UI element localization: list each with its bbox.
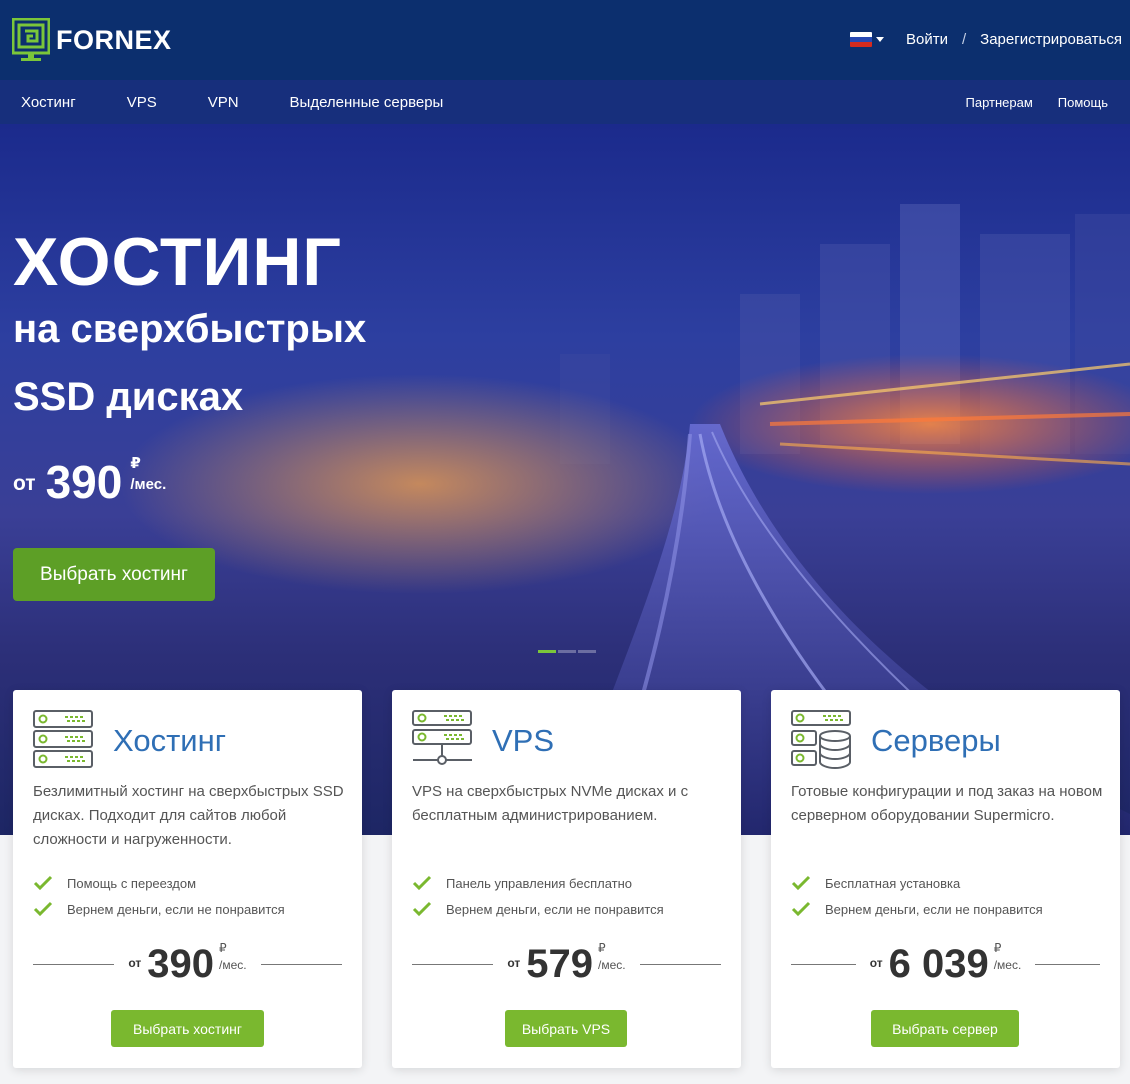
logo-icon [12,18,50,61]
currency: ₽ [598,941,606,955]
logo[interactable]: FORNEX [12,18,172,62]
price-value: 6 039 [888,942,989,986]
main-nav: Хостинг VPS VPN Выделенные серверы Партн… [0,80,1130,124]
divider [412,963,494,965]
top-header: FORNEX Войти / Зарегистрироваться [0,0,1130,80]
nav-item-help[interactable]: Помощь [1058,95,1108,110]
slider-dot[interactable] [538,650,556,653]
feature-item: Помощь с переездом [33,870,285,896]
choose-hosting-button[interactable]: Выбрать хостинг [111,1010,264,1047]
feature-item: Бесплатная установка [791,870,1043,896]
check-icon [791,875,811,891]
card-title: VPS [492,723,555,758]
dedicated-server-icon [791,710,851,770]
slider-pagination [538,650,598,653]
card-description: Готовые конфигурации и под заказ на ново… [791,783,1103,824]
logo-text: FORNEX [56,24,172,55]
nav-primary: Хостинг VPS VPN Выделенные серверы [21,80,494,124]
card-price: от 6 039 ₽ /мес. [791,941,1100,987]
price-box: от 6 039 ₽ /мес. [856,941,1036,987]
card-description: VPS на сверхбыстрых NVMe дисках и с бесп… [412,783,689,824]
nav-item-dedicated[interactable]: Выделенные серверы [290,94,444,111]
card-features: Помощь с переездом Вернем деньги, если н… [33,870,285,922]
slider-dot[interactable] [578,650,596,653]
price-box: от 579 ₽ /мес. [493,941,639,987]
hero-subtitle-line2: SSD дисках [13,375,244,419]
feature-text: Помощь с переездом [67,875,197,891]
nav-item-hosting[interactable]: Хостинг [21,94,76,111]
period: /мес. [993,958,1022,972]
nav-secondary: Партнерам Помощь [941,80,1109,124]
hero-price-unit: ₽ /мес. [130,454,166,493]
price-prefix: от [869,956,883,970]
account-links: Войти / Зарегистрироваться [850,31,1122,48]
choose-server-button[interactable]: Выбрать сервер [871,1010,1019,1047]
price-prefix: от [128,956,142,970]
vps-network-icon [412,710,472,765]
hero-period: /мес. [130,476,167,493]
separator: / [961,31,967,48]
check-icon [791,901,811,917]
check-icon [33,875,53,891]
divider [260,963,343,965]
slider-dot[interactable] [558,650,576,653]
product-card-vps: VPS VPS на сверхбыстрых NVMe дисках и с … [392,690,741,1068]
divider [33,963,115,965]
feature-text: Панель управления бесплатно [446,875,632,891]
card-features: Бесплатная установка Вернем деньги, если… [791,870,1043,922]
price-unit: ₽ /мес. [598,941,626,972]
currency: ₽ [219,941,227,955]
card-price: от 390 ₽ /мес. [33,941,343,987]
card-features: Панель управления бесплатно Вернем деньг… [412,870,664,922]
choose-hosting-hero-button[interactable]: Выбрать хостинг [13,548,215,601]
price-unit: ₽ /мес. [219,941,247,972]
card-description: Безлимитный хостинг на сверхбыстрых SSD … [33,783,344,848]
login-link[interactable]: Войти [906,31,948,48]
hero-price-value: 390 [45,456,123,508]
divider [1035,963,1100,965]
divider [791,963,856,965]
price-box: от 390 ₽ /мес. [114,941,260,987]
server-rack-icon [33,710,93,768]
feature-item: Вернем деньги, если не понравится [33,896,285,922]
feature-item: Панель управления бесплатно [412,870,664,896]
hero-subtitle-line1: на сверхбыстрых [13,307,367,351]
nav-item-partners[interactable]: Партнерам [966,95,1033,110]
product-card-servers: Серверы Готовые конфигурации и под заказ… [771,690,1120,1068]
hero-currency: ₽ [130,455,141,472]
hero-title: ХОСТИНГ [13,224,342,300]
card-price: от 579 ₽ /мес. [412,941,722,987]
currency: ₽ [993,941,1002,955]
feature-text: Вернем деньги, если не понравится [67,901,285,917]
price-value: 579 [526,942,594,986]
period: /мес. [219,958,247,972]
choose-vps-button[interactable]: Выбрать VPS [505,1010,627,1047]
card-title: Хостинг [113,723,227,758]
feature-text: Вернем деньги, если не понравится [446,901,664,917]
chevron-down-icon[interactable] [876,37,884,42]
product-card-hosting: Хостинг Безлимитный хостинг на сверхбыст… [13,690,362,1068]
hero-price: от 390 ₽ /мес. [13,454,166,510]
period: /мес. [598,958,626,972]
feature-item: Вернем деньги, если не понравится [791,896,1043,922]
feature-text: Бесплатная установка [825,875,961,891]
check-icon [412,901,432,917]
hero-price-prefix: от [13,472,36,495]
price-value: 390 [147,942,215,986]
card-title: Серверы [871,723,1001,758]
feature-item: Вернем деньги, если не понравится [412,896,664,922]
nav-item-vpn[interactable]: VPN [208,94,239,111]
price-unit: ₽ /мес. [994,941,1022,972]
check-icon [33,901,53,917]
register-link[interactable]: Зарегистрироваться [980,31,1122,48]
check-icon [412,875,432,891]
divider [639,963,722,965]
feature-text: Вернем деньги, если не понравится [825,901,1043,917]
price-prefix: от [507,956,521,970]
language-flag-icon[interactable] [850,32,872,47]
nav-item-vps[interactable]: VPS [127,94,157,111]
